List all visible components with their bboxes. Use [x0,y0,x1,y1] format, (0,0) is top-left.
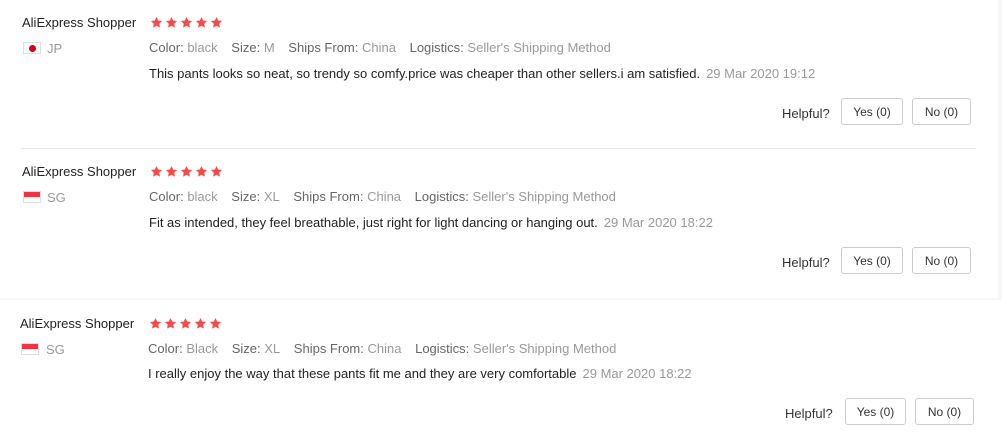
review-text: I really enjoy the way that these pants … [148,366,577,381]
review-body: Fit as intended, they feel breathable, j… [149,215,713,230]
helpful-label: Helpful? [782,255,830,270]
attr-color: Color: black [149,40,218,55]
star-rating [150,165,223,178]
star-icon [209,317,222,329]
attr-ships-from: Ships From: China [293,341,402,356]
reviewer-name: AliExpress Shopper [22,15,137,30]
attr-ships-from: Ships From: China [288,40,396,55]
flag-sg-icon [21,343,39,355]
review-text: Fit as intended, they feel breathable, j… [149,215,598,230]
attr-logistics: Logistics: Seller's Shipping Method [415,341,617,356]
flag-sg-icon [23,191,41,203]
reviews-panel-top: AliExpress Shopper JP Color: black Size:… [0,0,998,298]
review-date: 29 Mar 2020 19:12 [706,66,816,81]
review-text: This pants looks so neat, so trendy so c… [149,66,701,81]
attr-logistics: Logistics: Seller's Shipping Method [414,189,616,204]
review-body: This pants looks so neat, so trendy so c… [149,66,815,81]
review-item: AliExpress Shopper JP Color: black Size:… [0,0,998,148]
helpful-yes-button[interactable]: Yes (0) [841,247,903,274]
helpful-no-button[interactable]: No (0) [915,398,974,425]
star-icon [180,16,193,28]
star-icon [165,165,178,177]
attr-size: Size: XL [231,189,280,204]
helpful-label: Helpful? [782,106,830,121]
attr-size: Size: M [231,40,275,55]
helpful-yes-button[interactable]: Yes (0) [845,398,906,425]
attr-logistics: Logistics: Seller's Shipping Method [409,40,611,55]
star-icon [195,165,208,177]
star-icon [180,165,193,177]
reviews-panel-bottom: AliExpress Shopper SG Color: Black Size:… [0,300,1002,446]
star-icon [210,16,223,28]
star-rating [150,16,223,29]
reviewer-name: AliExpress Shopper [20,316,135,331]
review-body: I really enjoy the way that these pants … [148,366,692,381]
helpful-label: Helpful? [785,406,833,421]
attr-color: Color: black [149,189,218,204]
star-icon [210,165,223,177]
star-icon [149,317,162,329]
star-icon [194,317,207,329]
review-item: AliExpress Shopper SG Color: black Size:… [0,149,998,297]
review-date: 29 Mar 2020 18:22 [582,366,692,381]
review-attributes: Color: Black Size: XL Ships From: China … [148,341,626,356]
review-attributes: Color: black Size: M Ships From: China L… [149,40,621,55]
review-attributes: Color: black Size: XL Ships From: China … [149,189,626,204]
flag-jp-icon [23,42,41,54]
helpful-yes-button[interactable]: Yes (0) [841,98,903,125]
country-code: SG [46,342,65,357]
star-icon [164,317,177,329]
helpful-no-button[interactable]: No (0) [912,98,971,125]
review-item: AliExpress Shopper SG Color: Black Size:… [0,300,1002,446]
star-icon [165,16,178,28]
star-icon [150,165,163,177]
attr-size: Size: XL [231,341,281,356]
star-rating [149,317,222,330]
reviewer-name: AliExpress Shopper [22,164,137,179]
country-code: SG [47,190,66,205]
attr-ships-from: Ships From: China [293,189,402,204]
attr-color: Color: Black [148,341,219,356]
star-icon [150,16,163,28]
review-date: 29 Mar 2020 18:22 [603,215,713,230]
star-icon [179,317,192,329]
star-icon [195,16,208,28]
country-code: JP [47,41,63,56]
helpful-no-button[interactable]: No (0) [912,247,971,274]
